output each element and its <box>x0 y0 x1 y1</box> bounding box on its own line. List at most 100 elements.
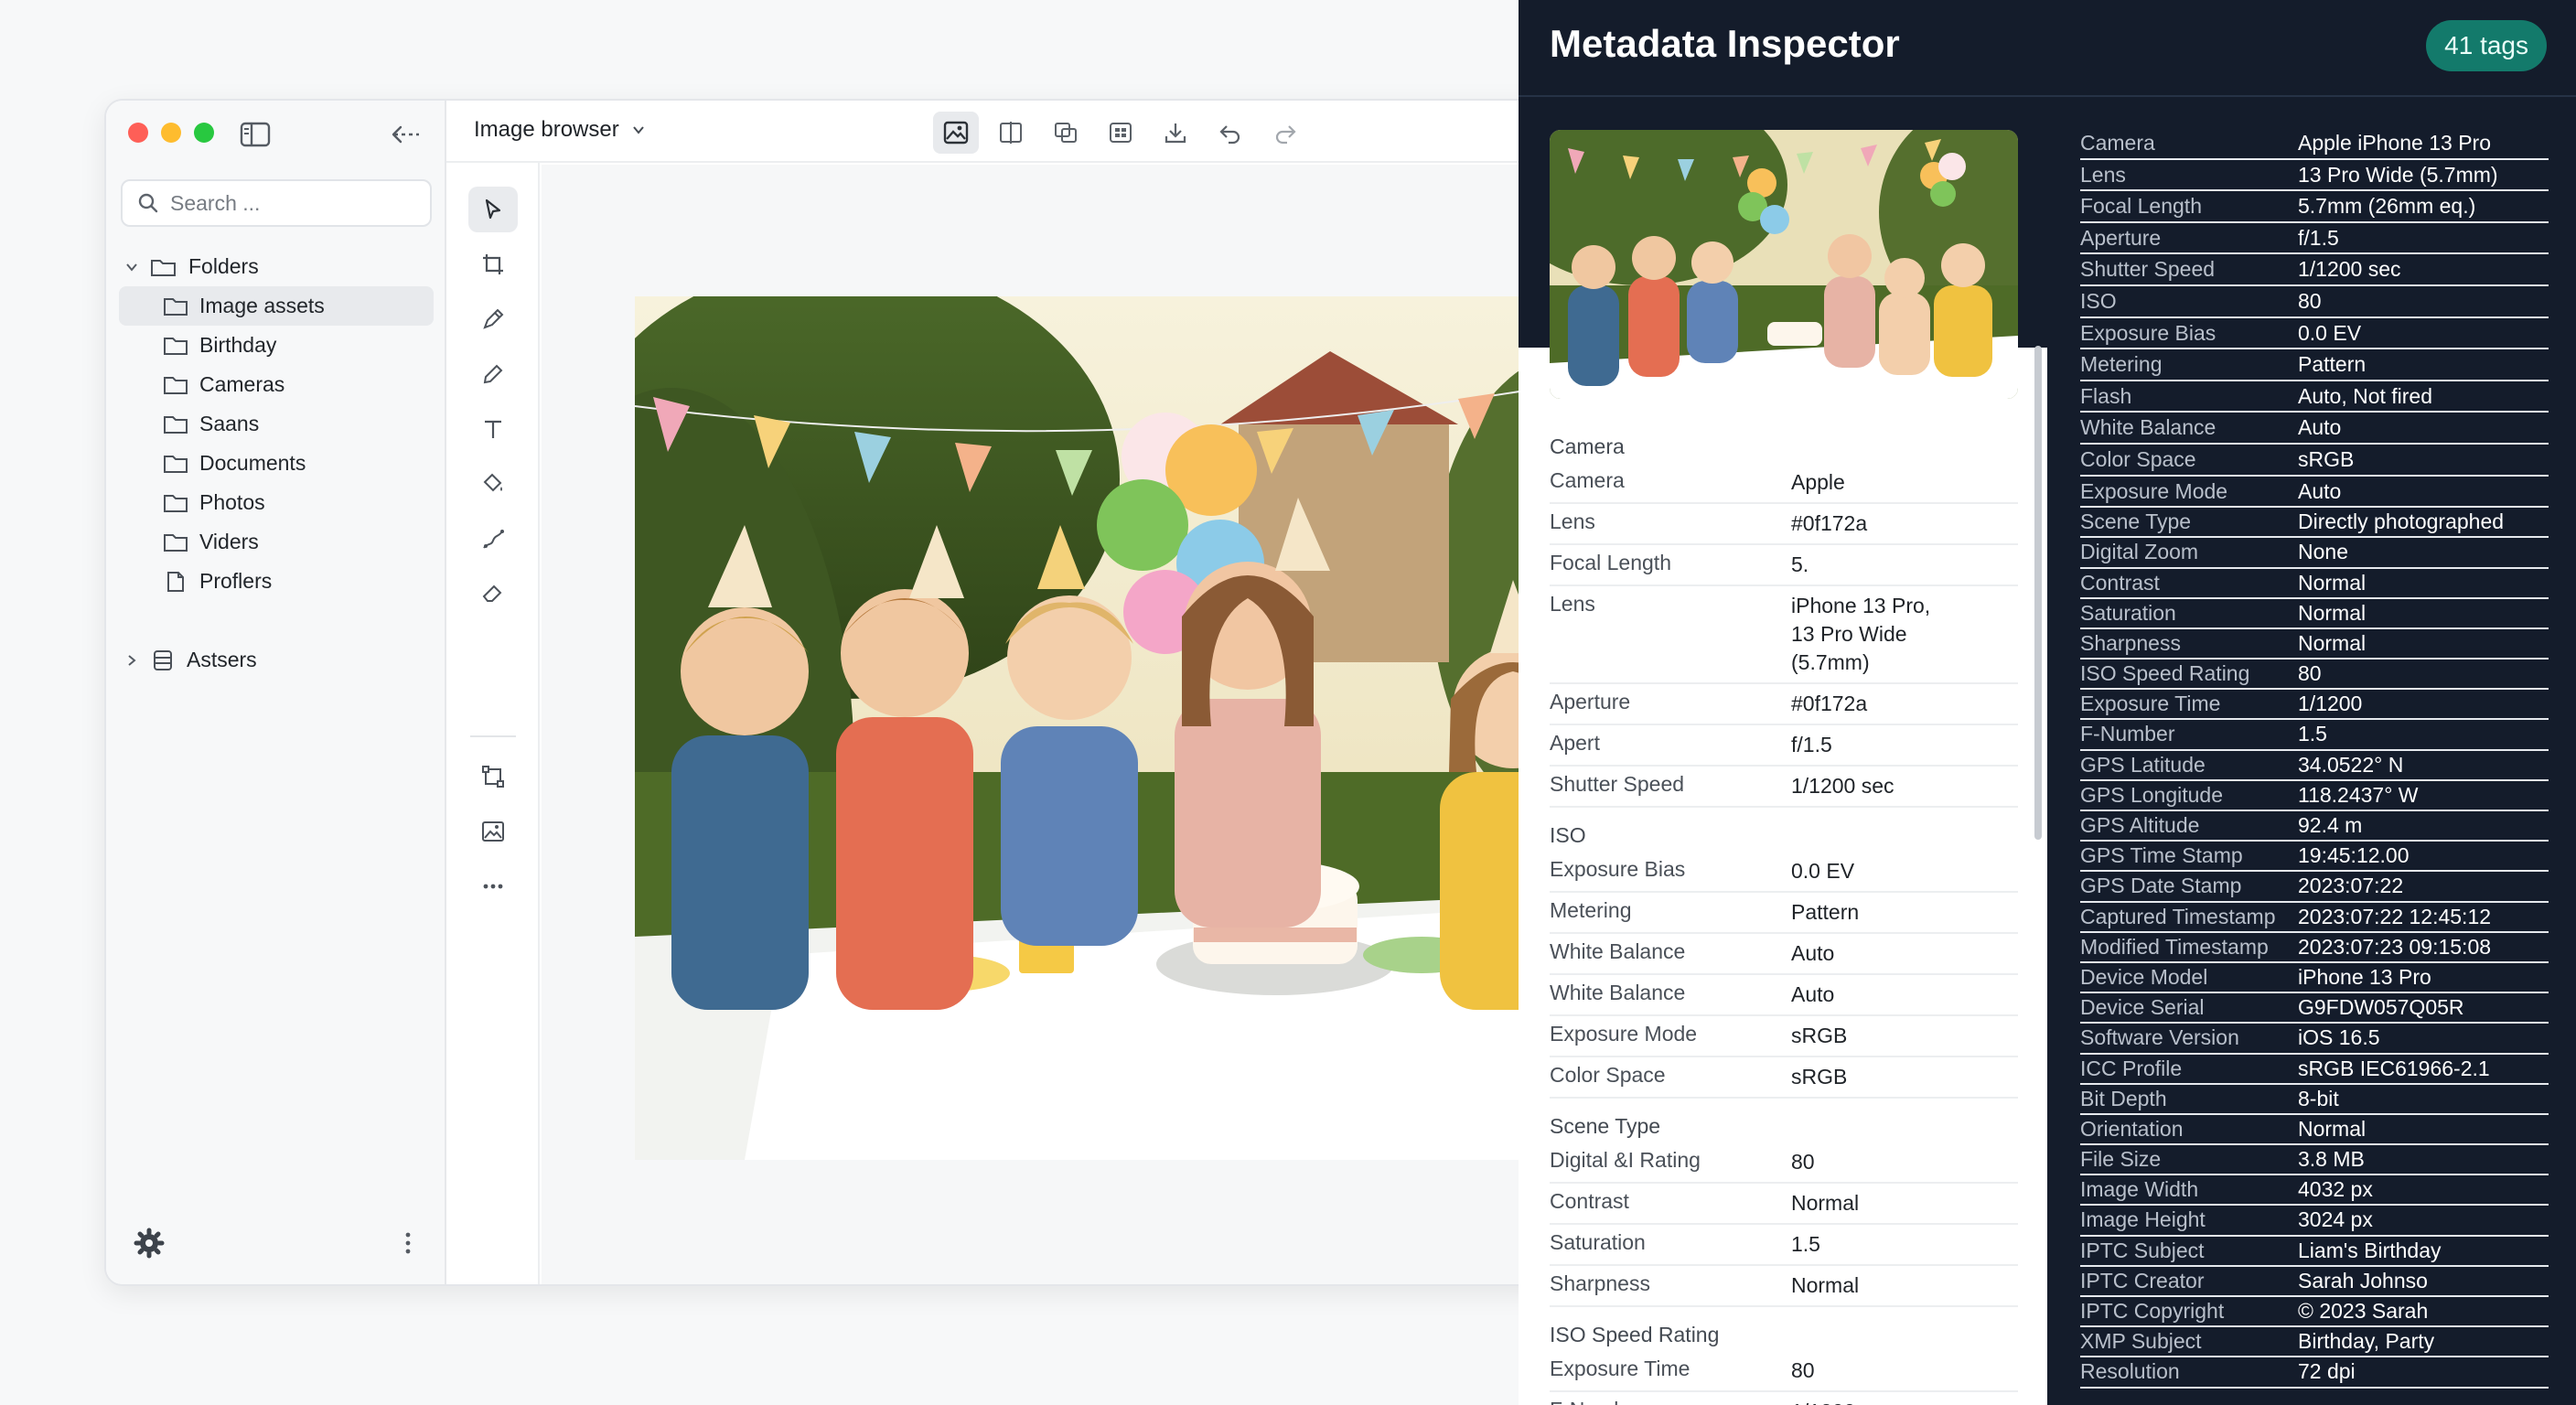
search-field[interactable] <box>121 179 432 227</box>
detail-row[interactable]: Exposure Time 80 <box>1550 1351 2018 1392</box>
metadata-row[interactable]: XMP Subject Birthday, Party <box>2080 1327 2549 1358</box>
sidebar-item-image-assets[interactable]: Image assets <box>119 286 434 326</box>
metadata-row[interactable]: Image Height 3024 px <box>2080 1206 2549 1237</box>
sidebar-item-birthday[interactable]: Birthday <box>119 326 434 365</box>
grid-view-icon[interactable] <box>1098 112 1143 154</box>
metadata-row[interactable]: Software Version iOS 16.5 <box>2080 1024 2549 1055</box>
metadata-row[interactable]: Metering Pattern <box>2080 349 2549 381</box>
gear-icon[interactable] <box>134 1228 165 1259</box>
more-horizontal-icon[interactable] <box>468 863 518 909</box>
sidebar-item-documents[interactable]: Documents <box>119 444 434 483</box>
metadata-row[interactable]: IPTC Subject Liam's Birthday <box>2080 1237 2549 1267</box>
metadata-row[interactable]: GPS Date Stamp 2023:07:22 <box>2080 872 2549 903</box>
metadata-row[interactable]: Image Width 4032 px <box>2080 1175 2549 1207</box>
metadata-row[interactable]: IPTC Copyright © 2023 Sarah <box>2080 1297 2549 1328</box>
metadata-row[interactable]: Resolution 72 dpi <box>2080 1357 2549 1389</box>
layers-icon[interactable] <box>1043 112 1089 154</box>
metadata-row[interactable]: Aperture f/1.5 <box>2080 223 2549 255</box>
transform-icon[interactable] <box>468 754 518 799</box>
detail-row[interactable]: Focal Length 5. <box>1550 545 2018 586</box>
metadata-row[interactable]: Flash Auto, Not fired <box>2080 381 2549 413</box>
detail-row[interactable]: Sharpness Normal <box>1550 1266 2018 1307</box>
assets-group[interactable]: Astsers <box>119 640 434 680</box>
chevron-down-icon[interactable] <box>630 122 647 138</box>
crop-icon[interactable] <box>468 241 518 287</box>
paint-bucket-icon[interactable] <box>468 461 518 507</box>
photo-thumbnail[interactable] <box>1550 130 2018 399</box>
detail-row[interactable]: Contrast Normal <box>1550 1184 2018 1225</box>
detail-row[interactable]: Saturation 1.5 <box>1550 1225 2018 1266</box>
eraser-icon[interactable] <box>468 571 518 617</box>
metadata-row[interactable]: Exposure Bias 0.0 EV <box>2080 318 2549 350</box>
metadata-row[interactable]: Exposure Time 1/1200 <box>2080 690 2549 721</box>
detail-row[interactable]: Camera Apple <box>1550 463 2018 504</box>
detail-row[interactable]: Digital &I Rating 80 <box>1550 1142 2018 1184</box>
detail-row[interactable]: F-Number1/1200 <box>1550 1392 2018 1405</box>
more-vertical-icon[interactable] <box>397 1229 419 1257</box>
folders-group[interactable]: Folders <box>119 247 434 286</box>
metadata-row[interactable]: GPS Altitude 92.4 m <box>2080 811 2549 842</box>
detail-row[interactable]: Lens iPhone 13 Pro, 13 Pro Wide (5.7mm) <box>1550 586 2018 684</box>
metadata-row[interactable]: ISO Speed Rating 80 <box>2080 660 2549 691</box>
detail-row[interactable]: Exposure Mode sRGB <box>1550 1016 2018 1057</box>
close-window-button[interactable] <box>128 123 148 143</box>
metadata-row[interactable]: White Balance Auto <box>2080 413 2549 445</box>
sidebar-toggle-icon[interactable] <box>240 121 271 148</box>
chevron-down-icon[interactable] <box>124 260 139 274</box>
detail-scrollbar[interactable] <box>2034 346 2042 840</box>
metadata-row[interactable]: GPS Time Stamp 19:45:12.00 <box>2080 842 2549 873</box>
redo-icon[interactable] <box>1262 112 1308 154</box>
zoom-window-button[interactable] <box>194 123 214 143</box>
metadata-row[interactable]: Color Space sRGB <box>2080 445 2549 477</box>
metadata-row[interactable]: Sharpness Normal <box>2080 629 2549 660</box>
select-pointer-icon[interactable] <box>468 187 518 232</box>
search-input[interactable] <box>170 190 408 216</box>
sidebar-item-photos[interactable]: Photos <box>119 483 434 522</box>
text-tool-icon[interactable] <box>468 406 518 452</box>
image-insert-icon[interactable] <box>468 809 518 854</box>
detail-row[interactable]: Apert f/1.5 <box>1550 725 2018 767</box>
pencil-icon[interactable] <box>468 351 518 397</box>
image-view-icon[interactable] <box>933 112 979 154</box>
brush-path-icon[interactable] <box>468 516 518 562</box>
metadata-row[interactable]: Lens 13 Pro Wide (5.7mm) <box>2080 160 2549 192</box>
collapse-arrow-icon[interactable] <box>388 121 423 148</box>
metadata-row[interactable]: Camera Apple iPhone 13 Pro <box>2080 128 2549 160</box>
detail-row[interactable]: Aperture #0f172a <box>1550 684 2018 725</box>
chevron-right-icon[interactable] <box>124 653 139 668</box>
metadata-row[interactable]: Modified Timestamp 2023:07:23 09:15:08 <box>2080 933 2549 963</box>
compare-split-icon[interactable] <box>988 112 1034 154</box>
sidebar-item-viders[interactable]: Viders <box>119 522 434 562</box>
detail-row[interactable]: White Balance Auto <box>1550 934 2018 975</box>
detail-row[interactable]: Metering Pattern <box>1550 893 2018 934</box>
breadcrumb[interactable]: Image browser <box>474 117 647 143</box>
undo-icon[interactable] <box>1208 112 1253 154</box>
detail-row[interactable]: Shutter Speed 1/1200 sec <box>1550 767 2018 808</box>
metadata-row[interactable]: ICC Profile sRGB IEC61966-2.1 <box>2080 1055 2549 1085</box>
metadata-row[interactable]: Focal Length 5.7mm (26mm eq.) <box>2080 191 2549 223</box>
metadata-row[interactable]: Device Serial G9FDW057Q05R <box>2080 993 2549 1024</box>
birthday-photo[interactable] <box>635 296 1548 1160</box>
metadata-row[interactable]: GPS Latitude 34.0522° N <box>2080 751 2549 781</box>
minimize-window-button[interactable] <box>161 123 181 143</box>
detail-row[interactable]: Color Space sRGB <box>1550 1057 2018 1099</box>
sidebar-item-saans[interactable]: Saans <box>119 404 434 444</box>
metadata-row[interactable]: Scene Type Directly photographed <box>2080 508 2549 539</box>
metadata-row[interactable]: Exposure Mode Auto <box>2080 477 2549 509</box>
metadata-row[interactable]: File Size 3.8 MB <box>2080 1145 2549 1176</box>
metadata-row[interactable]: Contrast Normal <box>2080 569 2549 599</box>
sidebar-item-proflers[interactable]: Proflers <box>119 562 434 601</box>
metadata-row[interactable]: IPTC Creator Sarah Johnso <box>2080 1267 2549 1297</box>
detail-row[interactable]: Lens #0f172a <box>1550 504 2018 545</box>
metadata-row[interactable]: Saturation Normal <box>2080 599 2549 629</box>
metadata-row[interactable]: Shutter Speed 1/1200 sec <box>2080 254 2549 286</box>
metadata-row[interactable]: Captured Timestamp 2023:07:22 12:45:12 <box>2080 903 2549 933</box>
metadata-row[interactable]: ISO 80 <box>2080 286 2549 318</box>
metadata-row[interactable]: Bit Depth 8-bit <box>2080 1085 2549 1115</box>
download-icon[interactable] <box>1153 112 1198 154</box>
detail-row[interactable]: White Balance Auto <box>1550 975 2018 1016</box>
metadata-row[interactable]: Digital Zoom None <box>2080 538 2549 569</box>
pen-icon[interactable] <box>468 296 518 342</box>
metadata-row[interactable]: GPS Longitude 118.2437° W <box>2080 781 2549 811</box>
metadata-row[interactable]: Device Model iPhone 13 Pro <box>2080 963 2549 994</box>
